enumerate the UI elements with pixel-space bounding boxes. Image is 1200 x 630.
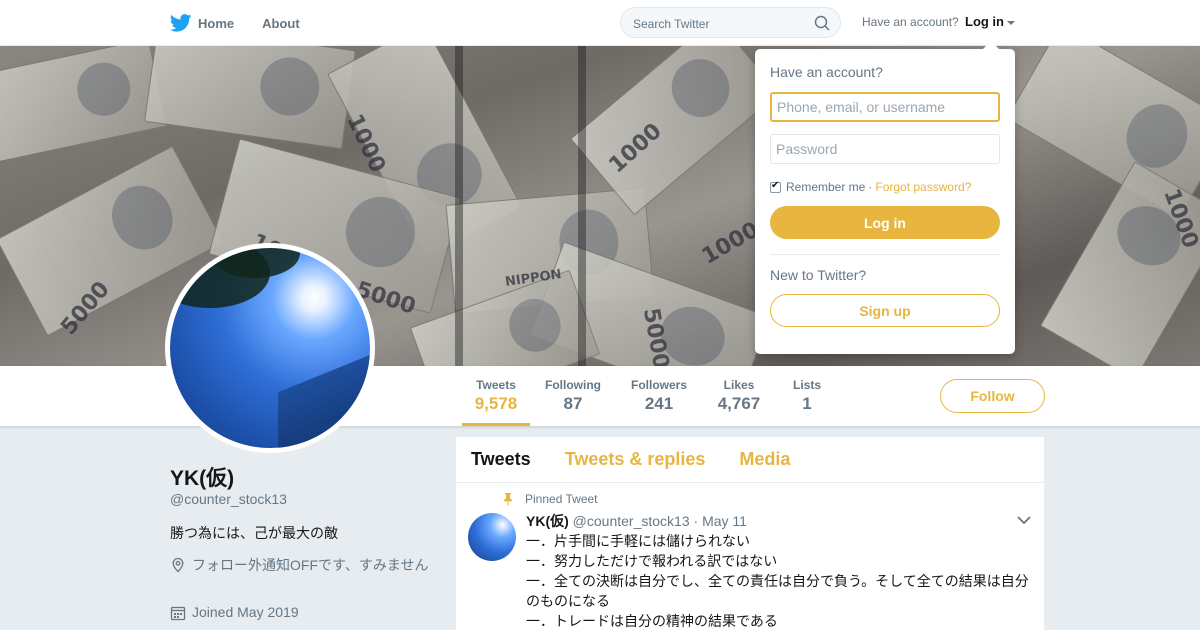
login-button[interactable]: Log in [770,206,1000,239]
tweet-avatar[interactable] [468,513,516,561]
follow-button[interactable]: Follow [940,379,1045,413]
twitter-bird-icon [170,14,192,32]
timeline: Tweets Tweets & replies Media Pinned Twe… [456,437,1044,630]
separator-dot: · [868,180,873,194]
stat-value: 4,767 [717,394,761,413]
signup-button[interactable]: Sign up [770,294,1000,327]
tab-tweets-replies[interactable]: Tweets & replies [565,449,706,470]
username-input[interactable] [770,92,1000,122]
banknote-label: 1000 [697,217,764,270]
tweet-line: 一．努力しただけで報われる訳ではない [526,553,778,569]
search-input[interactable]: Search Twitter [620,7,841,38]
caret-down-icon [1007,20,1015,25]
banknote [570,46,780,216]
nav-left: Home About [170,0,328,46]
tweet-line: 一．トレードは自分の精神の結果である [526,613,778,629]
location-text: フォロー外通知OFFです、すみません [192,557,429,573]
stat-label: Followers [630,378,687,392]
stat-likes[interactable]: Likes 4,767 [710,366,768,426]
location-pin-icon [172,557,184,573]
profile-bio: 勝つ為には、己が最大の敵 [170,525,338,541]
tab-tweets[interactable]: Tweets [471,449,531,470]
pinned-label: Pinned Tweet [525,492,598,506]
profile-name[interactable]: YK(仮) [170,462,234,492]
profile-joined: Joined May 2019 [170,603,299,621]
remember-label[interactable]: Remember me [786,180,865,194]
building-silhouette [278,347,370,448]
profile-avatar[interactable] [165,243,375,453]
chevron-down-icon[interactable] [1016,513,1032,527]
stat-following[interactable]: Following 87 [540,366,606,426]
banknote [0,46,168,164]
joined-text: Joined May 2019 [192,604,299,620]
search-placeholder: Search Twitter [633,17,710,31]
nav-home[interactable]: Home [170,14,234,32]
stat-value: 87 [563,394,583,413]
have-account-text: Have an account? [862,15,959,29]
tweet-header: YK(仮) @counter_stock13 · May 11 [526,511,747,531]
login-dropdown-toggle[interactable]: Log in [965,14,1015,29]
nav-about[interactable]: About [262,16,300,31]
tweet-text: 一．片手間に手軽には儲けられない 一．努力しただけで報われる訳ではない 一．全て… [526,531,1036,630]
remember-checkbox[interactable] [770,180,781,193]
top-navigation: Home About Search Twitter Have an accoun… [0,0,1200,46]
remember-row: Remember me · Forgot password? [770,180,1000,194]
tweet-line: 一．片手間に手軽には儲けられない [526,533,750,549]
calendar-icon [170,606,186,621]
stat-followers[interactable]: Followers 241 [626,366,692,426]
stat-label: Likes [723,378,755,392]
login-dropdown: Have an account? Remember me · Forgot pa… [755,41,1015,354]
stat-value: 1 [802,394,812,413]
stat-label: Lists [792,378,821,392]
tweet-author-handle[interactable]: @counter_stock13 [573,513,690,529]
glass-edge [455,46,463,366]
stat-lists[interactable]: Lists 1 [786,366,828,426]
nav-home-label: Home [198,15,235,31]
dropdown-title: Have an account? [770,64,883,80]
stat-label: Tweets [476,378,516,392]
forgot-password-link[interactable]: Forgot password? [875,180,971,194]
stat-label: Following [545,378,601,392]
tab-media[interactable]: Media [739,449,790,470]
dropdown-divider [770,254,1000,255]
tweet-line: 一．全ての決断は自分でし、全ての責任は自分で負う。そして全ての結果は自分のものに… [526,573,1029,609]
profile-location: フォロー外通知OFFです、すみません [170,555,430,575]
login-link-label: Log in [965,14,1004,29]
tweet-author-name[interactable]: YK(仮) [526,513,569,529]
timeline-tabs: Tweets Tweets & replies Media [456,437,1044,483]
tweet-date[interactable]: · May 11 [694,513,747,529]
search-icon[interactable] [814,15,830,31]
stat-value: 9,578 [474,394,518,413]
stat-tweets[interactable]: Tweets 9,578 [462,366,530,426]
stat-value: 241 [644,394,674,413]
pin-icon [504,493,512,506]
glass-edge [578,46,586,366]
banknote [144,46,356,150]
new-to-twitter-text: New to Twitter? [770,267,867,283]
profile-handle[interactable]: @counter_stock13 [170,491,287,507]
password-input[interactable] [770,134,1000,164]
